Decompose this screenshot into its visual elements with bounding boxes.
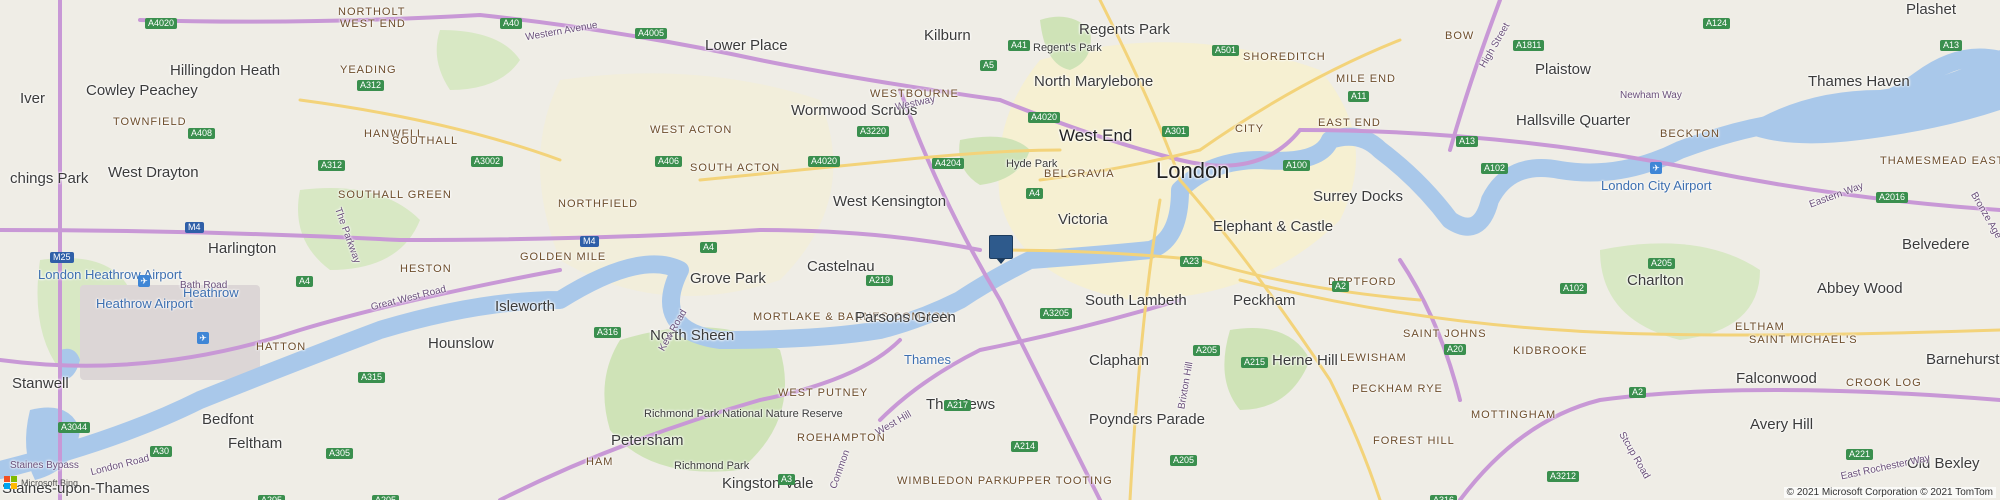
road-shield: A13 — [1940, 40, 1963, 51]
road-shield: A100 — [1283, 160, 1311, 171]
road-shield: A3220 — [857, 126, 890, 137]
road-shield: A3 — [778, 474, 796, 485]
location-pin-icon[interactable] — [989, 235, 1013, 264]
road-shield: A4005 — [635, 28, 668, 39]
road-shield: A205 — [1170, 455, 1198, 466]
road-shield: A102 — [1560, 283, 1588, 294]
road-shield: A305 — [326, 448, 354, 459]
road-shield: A4204 — [932, 158, 965, 169]
road-shield: A4020 — [145, 18, 178, 29]
road-shield: A316 — [594, 327, 622, 338]
road-shield: A205 — [1193, 345, 1221, 356]
road-shield: A5 — [980, 60, 998, 71]
road-shield: A221 — [1846, 449, 1874, 460]
road-shield: A217 — [944, 400, 972, 411]
road-shield: A2 — [1332, 281, 1350, 292]
road-shield: M4 — [185, 222, 204, 233]
road-shield: A20 — [1444, 344, 1467, 355]
road-shield: A1811 — [1513, 40, 1545, 51]
airport-icon: ✈ — [138, 275, 150, 287]
road-shield: A4 — [296, 276, 314, 287]
road-shield: A315 — [358, 372, 386, 383]
road-shield: A215 — [1241, 357, 1269, 368]
road-shield: A219 — [866, 275, 894, 286]
road-shield: A41 — [1008, 40, 1031, 51]
airport-icon: ✈ — [197, 332, 209, 344]
road-shield: A2 — [1629, 387, 1647, 398]
logo-text: Microsoft Bing — [21, 477, 79, 488]
road-shield: A3002 — [471, 156, 504, 167]
copyright-text: © 2021 Microsoft Corporation © 2021 TomT… — [1783, 487, 1996, 498]
road-shield: A4 — [1026, 188, 1044, 199]
road-shield: A316 — [1430, 495, 1458, 500]
road-shield: A205 — [372, 495, 400, 500]
road-shield: A408 — [188, 128, 216, 139]
road-shield: A406 — [655, 156, 683, 167]
road-shield: A11 — [1348, 91, 1370, 102]
road-shield: A3212 — [1547, 471, 1580, 482]
road-shield: A312 — [318, 160, 346, 171]
bing-logo: Microsoft Bing — [4, 476, 78, 489]
road-shield: A13 — [1456, 136, 1479, 147]
road-shield: M4 — [580, 236, 599, 247]
road-shield: A2016 — [1876, 192, 1909, 203]
road-shield: A3044 — [58, 422, 91, 433]
road-shield: A301 — [1162, 126, 1190, 137]
road-shield: A30 — [150, 446, 173, 457]
road-shield: A102 — [1481, 163, 1509, 174]
road-shield: A205 — [1648, 258, 1676, 269]
road-shield: M25 — [50, 252, 74, 263]
road-shield: A214 — [1011, 441, 1039, 452]
road-shield: A4 — [700, 242, 718, 253]
road-shield: A205 — [258, 495, 286, 500]
road-shield: A124 — [1703, 18, 1731, 29]
road-shield: A4020 — [808, 156, 841, 167]
road-shield: A40 — [500, 18, 523, 29]
airport-icon: ✈ — [1650, 162, 1662, 174]
road-shield: A4020 — [1028, 112, 1061, 123]
road-shield: A3205 — [1040, 308, 1073, 319]
road-shield: A23 — [1180, 256, 1203, 267]
map-canvas[interactable]: NORTHOLT WEST END Hillingdon Heath YEADING L… — [0, 0, 2000, 500]
road-shield: A501 — [1212, 45, 1240, 56]
microsoft-logo-icon — [4, 476, 17, 489]
road-shield: A312 — [357, 80, 385, 91]
